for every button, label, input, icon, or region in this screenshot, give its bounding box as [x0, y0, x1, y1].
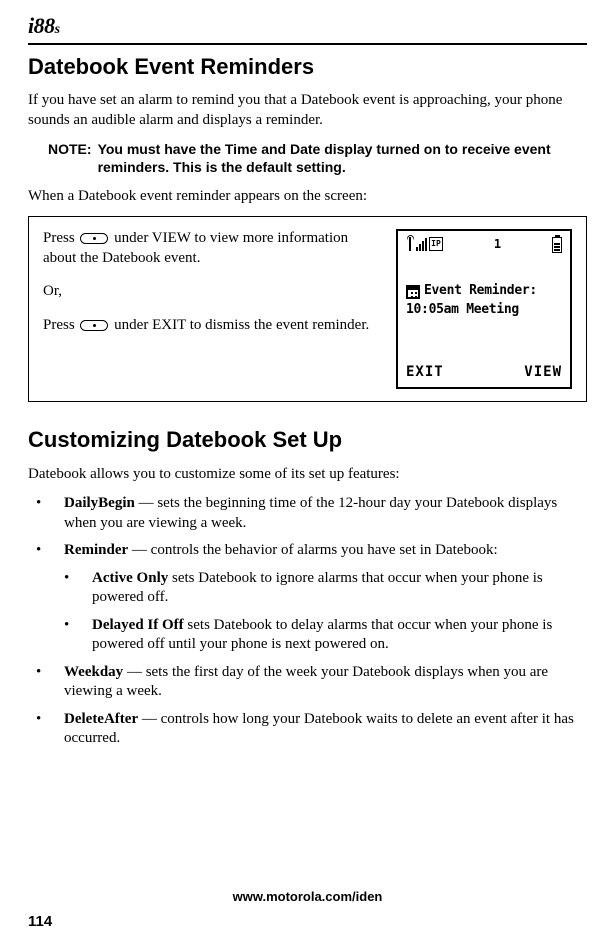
- instr-l2a: Press: [43, 317, 78, 333]
- desc: — controls how long your Datebook waits …: [64, 711, 574, 747]
- page-number: 114: [28, 912, 587, 932]
- feature-list: DailyBegin — sets the beginning time of …: [28, 494, 587, 561]
- note-body: You must have the Time and Date display …: [98, 140, 587, 176]
- note-block: NOTE: You must have the Time and Date di…: [48, 140, 587, 176]
- instr-l1a: Press: [43, 230, 78, 246]
- softkey-icon: [80, 233, 108, 244]
- antenna-icon: [406, 237, 414, 251]
- section1-heading: Datebook Event Reminders: [28, 53, 587, 82]
- ip-icon: IP: [429, 237, 443, 251]
- brand-logo: i88s: [28, 12, 587, 41]
- softkey-row: EXIT VIEW: [406, 363, 562, 381]
- instruction-line2: Press under EXIT to dismiss the event re…: [43, 316, 384, 336]
- brand-suffix: s: [55, 22, 60, 37]
- section1-p1: If you have set an alarm to remind you t…: [28, 91, 587, 130]
- desc: — sets the beginning time of the 12-hour…: [64, 495, 557, 531]
- desc: — sets the first day of the week your Da…: [64, 664, 548, 700]
- left-softkey-label: EXIT: [406, 363, 444, 381]
- instruction-line1: Press under VIEW to view more informatio…: [43, 229, 384, 268]
- list-item: Reminder — controls the behavior of alar…: [28, 541, 587, 561]
- term: Delayed If Off: [92, 617, 184, 633]
- sub-feature-list: Active Only sets Datebook to ignore alar…: [56, 569, 587, 655]
- section1-p2: When a Datebook event reminder appears o…: [28, 187, 587, 207]
- feature-list-cont: Weekday — sets the first day of the week…: [28, 663, 587, 749]
- section2-intro: Datebook allows you to customize some of…: [28, 465, 587, 485]
- list-item: Delayed If Off sets Datebook to delay al…: [56, 616, 587, 655]
- instruction-box: Press under VIEW to view more informatio…: [28, 216, 587, 402]
- phone-screen: IP 1 Event Reminder: 10:05am Meeting EXI…: [396, 229, 572, 389]
- battery-icon: [552, 237, 562, 253]
- section2-heading: Customizing Datebook Set Up: [28, 426, 587, 455]
- term: DeleteAfter: [64, 711, 138, 727]
- term: Weekday: [64, 664, 123, 680]
- instruction-or: Or,: [43, 282, 384, 302]
- instruction-text: Press under VIEW to view more informatio…: [43, 229, 384, 349]
- right-softkey-label: VIEW: [524, 363, 562, 381]
- softkey-icon: [80, 320, 108, 331]
- list-item: DeleteAfter — controls how long your Dat…: [28, 710, 587, 749]
- event-title-row: Event Reminder:: [406, 283, 562, 300]
- footer-url: www.motorola.com/iden: [28, 889, 587, 906]
- term: Active Only: [92, 570, 168, 586]
- list-item: Active Only sets Datebook to ignore alar…: [56, 569, 587, 608]
- event-detail: 10:05am Meeting: [406, 302, 562, 319]
- page-footer: www.motorola.com/iden 114: [28, 889, 587, 931]
- status-bar: IP 1: [406, 237, 562, 259]
- brand-model: 88: [34, 13, 55, 38]
- event-label: Event Reminder:: [424, 283, 537, 300]
- list-item: Weekday — sets the first day of the week…: [28, 663, 587, 702]
- signal-bars-icon: [416, 238, 427, 251]
- instr-l2b: under EXIT to dismiss the event reminder…: [110, 317, 369, 333]
- event-content: Event Reminder: 10:05am Meeting: [406, 283, 562, 319]
- list-item: DailyBegin — sets the beginning time of …: [28, 494, 587, 533]
- desc: — controls the behavior of alarms you ha…: [128, 542, 498, 558]
- term: DailyBegin: [64, 495, 135, 511]
- top-rule: [28, 43, 587, 45]
- note-label: NOTE:: [48, 140, 92, 176]
- calendar-icon: [406, 285, 420, 299]
- status-left: IP: [406, 237, 443, 251]
- line-indicator-icon: 1: [494, 237, 501, 253]
- term: Reminder: [64, 542, 128, 558]
